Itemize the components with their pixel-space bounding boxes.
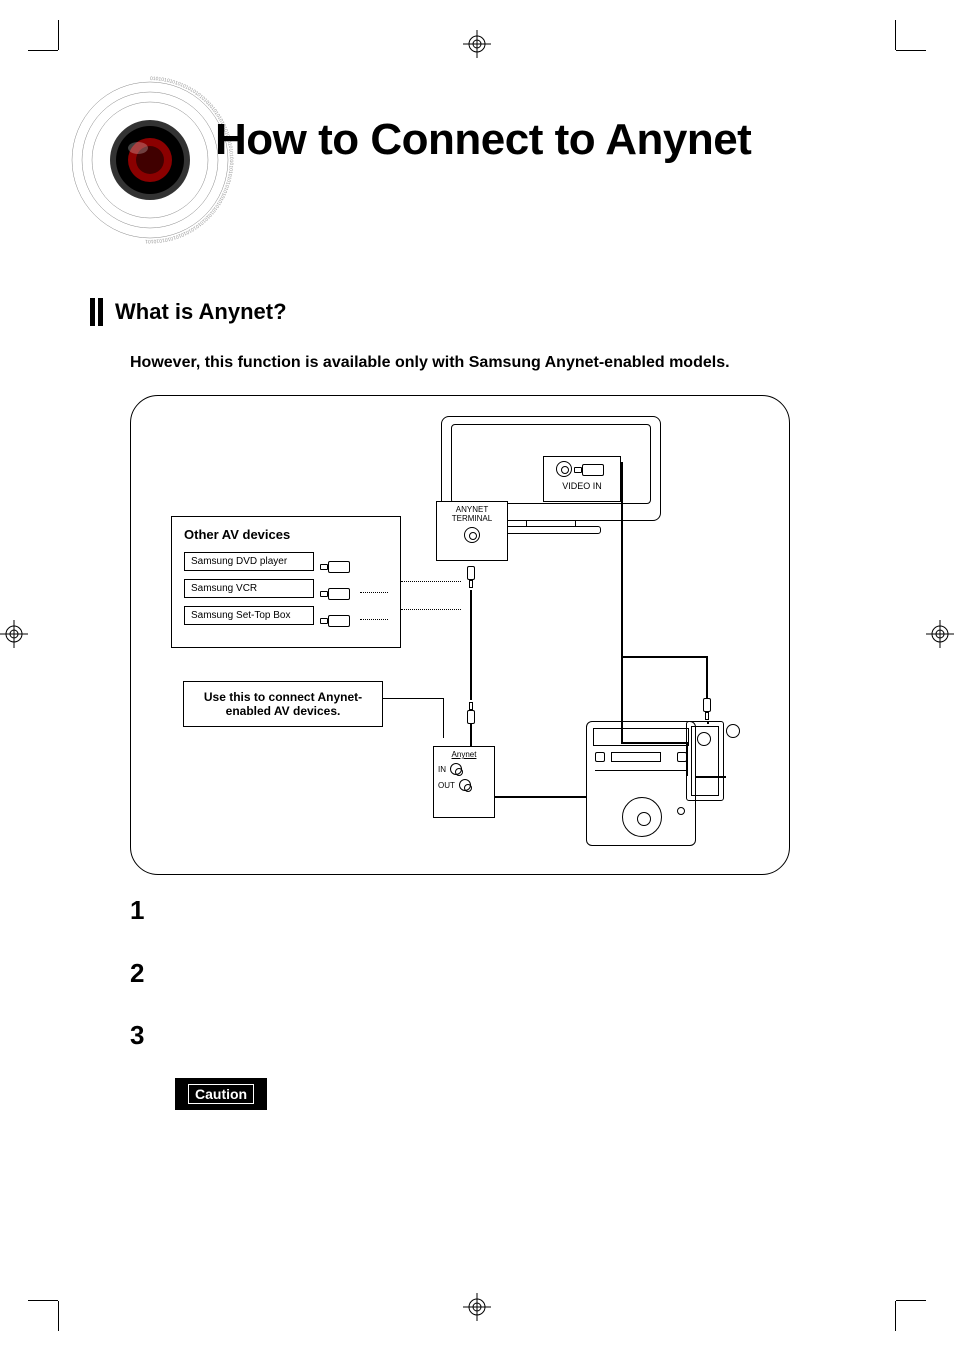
anynet-terminal-label-2: TERMINAL [437, 514, 507, 523]
connection-diagram: VIDEO IN ANYNET TERMINAL Other AV device… [130, 395, 790, 875]
cable-segment [706, 656, 708, 698]
registration-mark-icon [926, 620, 954, 648]
dotted-connection-line [401, 609, 461, 610]
speaker-decoration-icon: 0101010101010101010101010101010101010101… [60, 70, 240, 250]
callout-line-2: enabled AV devices. [194, 704, 372, 718]
other-av-devices-box: Other AV devices Samsung DVD player Sams… [171, 516, 401, 648]
crop-mark [896, 1300, 926, 1301]
callout-leader-line [383, 698, 443, 699]
anynet-in-label: IN [438, 765, 446, 774]
registration-mark-icon [463, 1293, 491, 1321]
scart-plug-icon [320, 588, 354, 598]
port-icon [726, 724, 740, 738]
caution-label: Caution [188, 1084, 254, 1104]
anynet-jack-icon [464, 527, 480, 543]
cable-segment [470, 724, 472, 746]
crop-mark [58, 20, 59, 50]
jack-icon [450, 763, 462, 775]
av-item-stb: Samsung Set-Top Box [184, 606, 314, 625]
page-title: How to Connect to Anynet [215, 115, 751, 165]
availability-note: However, this function is available only… [130, 354, 730, 372]
crop-mark [895, 1301, 896, 1331]
crop-mark [896, 50, 926, 51]
anynet-io-title: Anynet [438, 750, 490, 759]
section-bars-icon [90, 298, 103, 326]
jack-icon [459, 779, 471, 791]
step-number-1: 1 [130, 895, 144, 926]
subwoofer-icon [686, 721, 724, 801]
callout-line-1: Use this to connect Anynet- [194, 690, 372, 704]
dotted-connection-line [401, 581, 461, 582]
anynet-terminal-label-1: ANYNET [437, 505, 507, 514]
callout-leader-line [443, 698, 444, 738]
crop-mark [28, 1300, 58, 1301]
audio-jack-icon [574, 464, 608, 474]
scart-plug-icon [320, 615, 354, 625]
callout-box: Use this to connect Anynet- enabled AV d… [183, 681, 383, 727]
step-number-3: 3 [130, 1020, 144, 1051]
av-item-dvd: Samsung DVD player [184, 552, 314, 571]
crop-mark [895, 20, 896, 50]
cable-segment [621, 462, 623, 742]
crop-mark [58, 1301, 59, 1331]
cable-segment [495, 796, 586, 798]
cable-plug-icon [466, 566, 476, 590]
scart-plug-icon [320, 561, 354, 571]
registration-mark-icon [0, 620, 28, 648]
registration-mark-icon [463, 30, 491, 58]
video-in-panel: VIDEO IN [543, 456, 621, 502]
cable-segment [621, 656, 707, 658]
anynet-io-panel: Anynet IN OUT [433, 746, 495, 818]
crop-mark [28, 50, 58, 51]
cable-plug-icon [466, 700, 476, 724]
cable-segment [470, 590, 472, 700]
video-jack-icon [556, 461, 572, 477]
home-theater-unit-icon [586, 721, 696, 846]
cable-plug-icon [702, 698, 712, 722]
dotted-connection-line [360, 619, 388, 620]
step-number-2: 2 [130, 958, 144, 989]
dotted-connection-line [360, 592, 388, 593]
caution-badge: Caution [175, 1078, 267, 1110]
other-av-title: Other AV devices [184, 527, 388, 542]
video-in-label: VIDEO IN [544, 481, 620, 491]
anynet-terminal-panel: ANYNET TERMINAL [436, 501, 508, 561]
anynet-out-label: OUT [438, 781, 455, 790]
av-item-vcr: Samsung VCR [184, 579, 314, 598]
section-heading: What is Anynet? [115, 299, 287, 325]
section-header: What is Anynet? [90, 298, 287, 326]
